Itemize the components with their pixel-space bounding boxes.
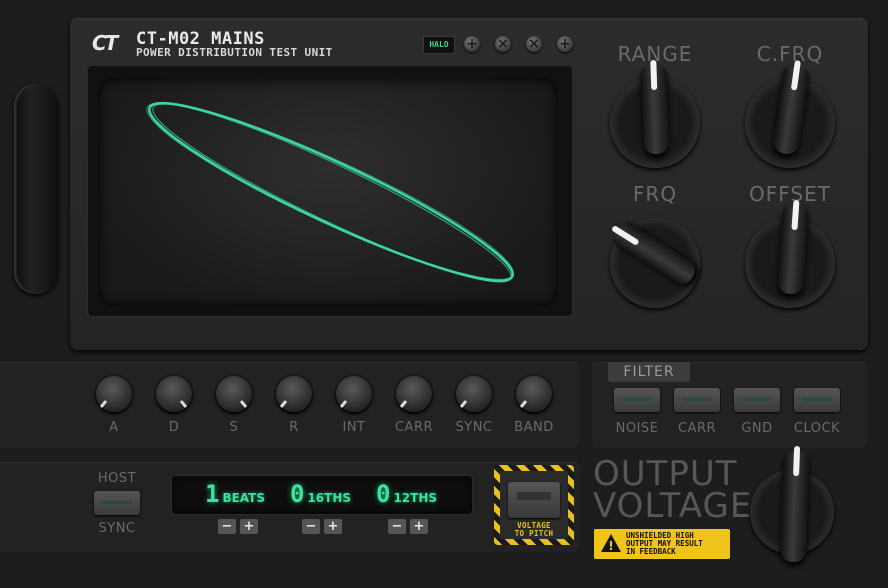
knob-d-label: D [168, 420, 180, 435]
filter-title: FILTER [608, 362, 690, 382]
beats-minus-button[interactable]: − [218, 519, 236, 534]
brand-logo: CT [92, 31, 118, 55]
twelfths-plus-button[interactable]: + [410, 519, 428, 534]
host-label: HOST [97, 471, 137, 486]
screw-icon: × [495, 36, 511, 52]
knob-a[interactable]: A [86, 376, 142, 435]
knob-band-label: BAND [514, 420, 554, 435]
knob-band[interactable]: BAND [506, 376, 562, 435]
sixteenths-minus-button[interactable]: − [302, 519, 320, 534]
beats-field: 1 BEATS [205, 480, 265, 508]
halo-badge: HALO [423, 36, 455, 54]
filter-gnd-button[interactable] [734, 388, 780, 412]
device-subtitle: POWER DISTRIBUTION TEST UNIT [136, 46, 333, 59]
output-voltage-title: OUTPUT VOLTAGE [593, 454, 753, 526]
knob-carr[interactable]: CARR [386, 376, 442, 435]
knob-a-label: A [109, 420, 119, 435]
voltage-to-pitch-button[interactable] [508, 482, 560, 518]
screw-icon: + [557, 36, 573, 52]
screw-icon: + [464, 36, 480, 52]
svg-text:!: ! [608, 539, 613, 553]
beats-value: 1 [205, 480, 220, 508]
beats-plus-button[interactable]: + [240, 519, 258, 534]
filter-clock-label: CLOCK [793, 421, 841, 436]
side-handle [14, 84, 58, 294]
oscilloscope-trace [146, 101, 514, 283]
knob-sync[interactable]: SYNC [446, 376, 502, 435]
cfrq-knob-label: C.FRQ [756, 42, 824, 66]
screw-icon: × [526, 36, 542, 52]
sixteenths-value: 0 [290, 480, 305, 508]
twelfths-unit: 12THS [393, 491, 438, 505]
filter-noise-button[interactable] [614, 388, 660, 412]
sync-label: SYNC [98, 521, 136, 536]
warning-text: UNSHIELDED HIGH OUTPUT MAY RESULT IN FEE… [626, 531, 703, 556]
sixteenths-plus-button[interactable]: + [324, 519, 342, 534]
filter-carr-button[interactable] [674, 388, 720, 412]
filter-clock-button[interactable] [794, 388, 840, 412]
knob-s[interactable]: S [206, 376, 262, 435]
knob-r[interactable]: R [266, 376, 322, 435]
host-sync-button[interactable] [94, 491, 140, 515]
knob-sync-label: SYNC [455, 420, 493, 435]
knob-carr-label: CARR [394, 420, 434, 435]
twelfths-value: 0 [376, 480, 391, 508]
knob-r-label: R [289, 420, 299, 435]
knob-int-label: INT [342, 420, 366, 435]
beats-unit: BEATS [222, 491, 265, 505]
sixteenths-unit: 16THS [307, 491, 352, 505]
frq-knob-label: FRQ [632, 182, 678, 206]
twelfths-field: 0 12THS [376, 480, 437, 508]
output-voltage-knob[interactable] [780, 445, 810, 563]
filter-gnd-label: GND [741, 421, 773, 436]
sixteenths-field: 0 16THS [290, 480, 351, 508]
warning-icon: ! [600, 533, 622, 556]
filter-carr-label: CARR [677, 421, 717, 436]
voltage-to-pitch-label: VOLTAGE TO PITCH [514, 521, 554, 538]
knob-s-label: S [229, 420, 239, 435]
twelfths-minus-button[interactable]: − [388, 519, 406, 534]
filter-noise-label: NOISE [615, 421, 659, 436]
knob-d[interactable]: D [146, 376, 202, 435]
range-knob[interactable] [640, 59, 670, 155]
knob-int[interactable]: INT [326, 376, 382, 435]
offset-knob-label: OFFSET [749, 182, 831, 206]
